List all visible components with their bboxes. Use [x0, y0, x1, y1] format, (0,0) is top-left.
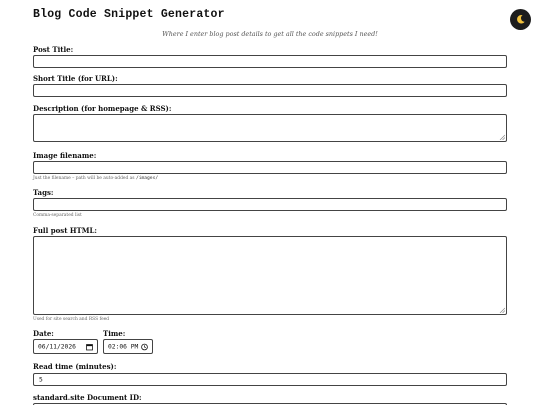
full-post-html-textarea[interactable] — [33, 236, 507, 315]
date-input[interactable]: 06/11/2026 — [33, 339, 98, 354]
image-filename-input[interactable] — [33, 161, 507, 174]
description-textarea[interactable] — [33, 114, 507, 142]
post-title-input[interactable] — [33, 55, 507, 68]
description-label: Description (for homepage & RSS): — [33, 104, 172, 113]
date-value: 06/11/2026 — [38, 343, 76, 350]
image-filename-label: Image filename: — [33, 151, 97, 160]
short-title-label: Short Title (for URL): — [33, 74, 118, 83]
resize-handle-icon[interactable] — [499, 134, 505, 140]
time-value: 02:06 PM — [108, 343, 139, 350]
tags-input[interactable] — [33, 198, 507, 211]
full-post-html-label: Full post HTML: — [33, 226, 97, 235]
tags-label: Tags: — [33, 188, 54, 197]
page: Blog Code Snippet Generator Where I ente… — [0, 0, 540, 405]
resize-handle-icon[interactable] — [499, 307, 505, 313]
date-label: Date: — [33, 329, 54, 338]
read-time-label: Read time (minutes): — [33, 362, 117, 371]
page-title: Blog Code Snippet Generator — [33, 8, 225, 21]
image-filename-help-text: Just the filename – path will be auto-ad… — [33, 176, 135, 181]
post-title-label: Post Title: — [33, 45, 74, 54]
clock-icon[interactable] — [141, 343, 148, 350]
image-filename-help: Just the filename – path will be auto-ad… — [33, 176, 158, 181]
read-time-input[interactable]: 5 — [33, 373, 507, 386]
full-post-html-help: Used for site search and RSS feed — [33, 317, 110, 322]
theme-toggle-button[interactable] — [510, 9, 531, 30]
moon-icon — [517, 15, 525, 24]
read-time-value: 5 — [39, 376, 43, 383]
calendar-icon[interactable] — [86, 343, 93, 350]
tags-help: Comma-separated list — [33, 213, 82, 218]
document-id-label: standard.site Document ID: — [33, 393, 142, 402]
short-title-input[interactable] — [33, 84, 507, 97]
time-label: Time: — [103, 329, 126, 338]
page-subtitle: Where I enter blog post details to get a… — [162, 30, 378, 38]
image-path-code: /images/ — [135, 176, 159, 181]
time-input[interactable]: 02:06 PM — [103, 339, 153, 354]
